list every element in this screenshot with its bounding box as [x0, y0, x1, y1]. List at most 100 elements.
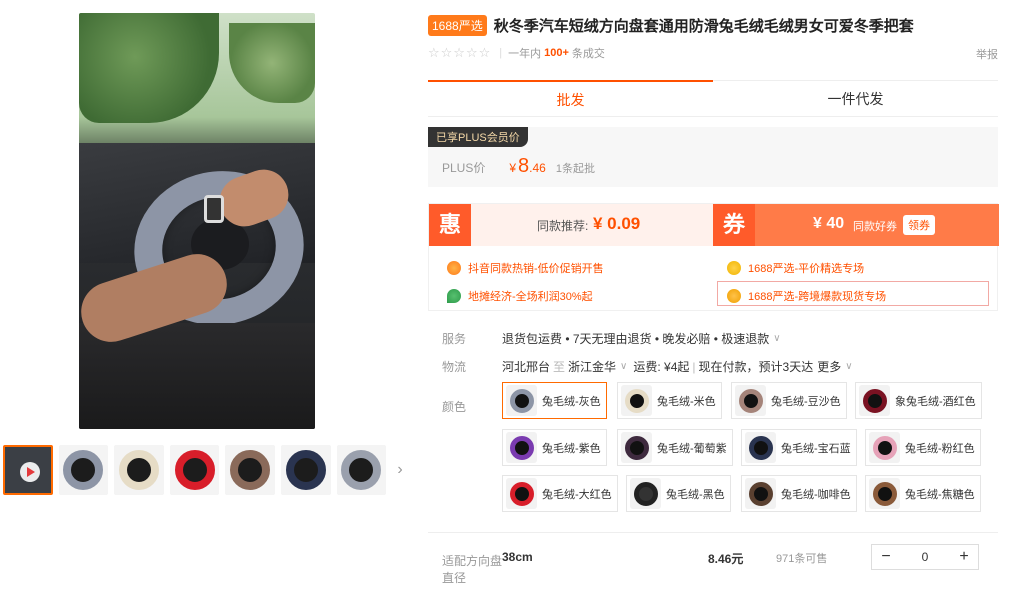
- decrement-button[interactable]: −: [872, 548, 900, 566]
- bear-icon: [727, 289, 741, 303]
- thumbnail-image[interactable]: [58, 445, 109, 495]
- coupon-amount: ¥ 40: [813, 215, 845, 232]
- color-name: 兔毛绒-葡萄紫: [657, 442, 727, 455]
- thumbnail-image[interactable]: [280, 445, 331, 495]
- logistics-value: 河北邢台 至 浙江金华 ∨ 运费: ¥4起 | 现在付款，预计3天达 更多 ∨: [502, 358, 853, 375]
- color-name: 兔毛绒-紫色: [542, 442, 601, 455]
- min-order: 1条起批: [555, 163, 595, 175]
- size-label: 适配方向盘直径: [442, 554, 503, 585]
- chevron-down-icon: ∨: [773, 333, 781, 344]
- color-chip[interactable]: 兔毛绒-米色: [617, 382, 722, 419]
- swatch: [745, 478, 776, 509]
- swatch: [869, 478, 900, 509]
- color-chip[interactable]: 兔毛绒-粉红色: [865, 429, 981, 466]
- divider: [428, 532, 998, 533]
- report-link[interactable]: 举报: [976, 46, 998, 62]
- swatch: [506, 385, 537, 416]
- chevron-down-icon[interactable]: ∨: [620, 361, 627, 372]
- service-text: 退货包运费 • 7天无理由退货 • 晚发必赔 • 极速退款: [502, 332, 770, 346]
- star-rating-icon: ☆☆☆☆☆: [428, 45, 492, 60]
- quan-icon: 券: [713, 204, 755, 246]
- tab-dropship[interactable]: 一件代发: [713, 80, 998, 116]
- tab-wholesale[interactable]: 批发: [428, 80, 713, 116]
- claim-coupon-button[interactable]: 领券: [903, 215, 935, 235]
- color-name: 兔毛绒-灰色: [542, 395, 601, 408]
- swatch: [506, 432, 537, 463]
- service-value[interactable]: 退货包运费 • 7天无理由退货 • 晚发必赔 • 极速退款 ∨: [502, 330, 781, 347]
- color-chip[interactable]: 兔毛绒-紫色: [502, 429, 607, 466]
- hui-icon: 惠: [429, 204, 471, 246]
- sun-icon: [447, 261, 461, 275]
- origin-city: 河北邢台: [502, 360, 551, 374]
- swatch: [630, 478, 661, 509]
- color-name: 兔毛绒-咖啡色: [781, 488, 851, 501]
- flower-icon: [727, 261, 741, 275]
- promo-tag[interactable]: 1688严选-跨境爆款现货专场: [727, 288, 886, 304]
- dest-city[interactable]: 浙江金华: [568, 358, 616, 375]
- swatch: [735, 385, 766, 416]
- yanxuan-badge: 1688严选: [428, 15, 487, 36]
- color-chip[interactable]: 兔毛绒-葡萄紫: [617, 429, 733, 466]
- chevron-down-icon[interactable]: ∨: [845, 361, 852, 372]
- promotion-box: 惠 同款推荐: ¥ 0.09 券 ¥ 40 同款好券 领券 抖音同款热销-低价促…: [428, 203, 999, 311]
- quantity-stepper: − 0 +: [871, 544, 979, 570]
- recommend-price[interactable]: ¥ 0.09: [593, 214, 640, 234]
- increment-button[interactable]: +: [950, 548, 978, 566]
- promo-tag-text: 抖音同款热销-低价促销开售: [468, 263, 604, 275]
- divider: |: [499, 47, 503, 59]
- thumbnail-video[interactable]: [3, 445, 53, 495]
- sold-count: 100+: [544, 47, 569, 59]
- purchase-tabs: 批发 一件代发: [428, 80, 998, 117]
- leaf-icon: [447, 289, 461, 303]
- color-chip[interactable]: 兔毛绒-宝石蓝: [741, 429, 857, 466]
- sku-order-row: 适配方向盘直径 38cm 8.46元 971条可售 − 0 +: [428, 540, 998, 590]
- ship-time: 现在付款，预计3天达: [698, 360, 814, 374]
- size-value: 38cm: [502, 550, 533, 564]
- color-chip[interactable]: 兔毛绒-豆沙色: [731, 382, 847, 419]
- sku-price: 8.46元: [708, 552, 744, 566]
- currency-symbol: ¥: [509, 161, 517, 175]
- color-name: 象兔毛绒-酒红色: [895, 395, 976, 408]
- more-link[interactable]: 更多: [817, 358, 841, 375]
- promo-tag[interactable]: 地摊经济-全场利润30%起: [447, 288, 593, 304]
- color-chip[interactable]: 兔毛绒-大红色: [502, 475, 618, 512]
- thumbnail-image[interactable]: [169, 445, 220, 495]
- color-chip[interactable]: 兔毛绒-黑色: [626, 475, 731, 512]
- play-icon: [20, 462, 40, 482]
- product-title: 秋冬季汽车短绒方向盘套通用防滑兔毛绒毛绒男女可爱冬季把套: [493, 18, 914, 35]
- color-chip[interactable]: 兔毛绒-咖啡色: [741, 475, 857, 512]
- swatch: [621, 385, 652, 416]
- stock-count: 971条可售: [776, 553, 828, 565]
- tree-shape: [79, 13, 219, 123]
- rating-row: ☆☆☆☆☆ | 一年内 100+ 条成交 举报: [428, 45, 998, 61]
- plus-price-box: 已享PLUS会员价 PLUS价 ¥ 8 .46 1条起批: [428, 127, 998, 187]
- price-integer: 8: [518, 155, 530, 177]
- color-name: 兔毛绒-黑色: [666, 488, 725, 501]
- swatch: [859, 385, 890, 416]
- color-name: 兔毛绒-豆沙色: [771, 395, 841, 408]
- recommend-panel: 惠 同款推荐: ¥ 0.09: [429, 204, 713, 246]
- plus-price-label: PLUS价: [442, 161, 486, 175]
- thumbnail-image[interactable]: [336, 445, 387, 495]
- plus-price-row: PLUS价 ¥ 8 .46 1条起批: [442, 155, 595, 178]
- color-name: 兔毛绒-粉红色: [905, 442, 975, 455]
- color-chip[interactable]: 兔毛绒-焦糖色: [865, 475, 981, 512]
- quantity-input[interactable]: 0: [900, 550, 950, 564]
- thumbnail-image[interactable]: [114, 445, 164, 495]
- service-label: 服务: [442, 332, 467, 346]
- chevron-right-icon[interactable]: ›: [392, 445, 408, 495]
- price-decimal: .46: [529, 161, 546, 175]
- swatch: [621, 432, 652, 463]
- color-name: 兔毛绒-大红色: [542, 488, 612, 501]
- color-chip[interactable]: 象兔毛绒-酒红色: [855, 382, 982, 419]
- color-chip[interactable]: 兔毛绒-灰色: [502, 382, 607, 419]
- watch-shape: [204, 195, 224, 223]
- main-product-image[interactable]: [79, 13, 315, 429]
- promo-tag[interactable]: 1688严选-平价精选专场: [727, 260, 864, 276]
- color-label: 颜色: [442, 400, 467, 414]
- divider: |: [692, 359, 696, 374]
- coupon-panel: 券 ¥ 40 同款好券 领券: [713, 204, 999, 246]
- sold-unit: 条成交: [571, 48, 605, 60]
- promo-tag[interactable]: 抖音同款热销-低价促销开售: [447, 260, 604, 276]
- thumbnail-image[interactable]: [225, 445, 275, 495]
